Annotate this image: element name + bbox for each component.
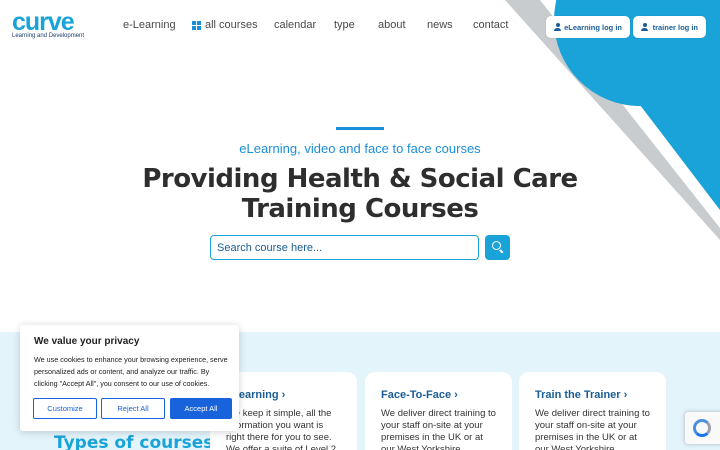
nav-all-courses-label: all courses	[205, 19, 258, 31]
logo-tagline: Learning and Development	[12, 33, 85, 39]
hero-accent-rule	[336, 127, 384, 130]
elearning-login-label: eLearning log in	[564, 22, 622, 32]
logo[interactable]: curve Learning and Development	[12, 8, 85, 40]
nav-news[interactable]: news	[427, 19, 453, 31]
course-card-face-to-face[interactable]: Face-To-Face › We deliver direct trainin…	[365, 372, 512, 450]
elearning-login-button[interactable]: eLearning log in	[546, 16, 630, 38]
trainer-login-button[interactable]: trainer log in	[633, 16, 706, 38]
nav-all-courses[interactable]: all courses	[192, 19, 258, 31]
card-title[interactable]: Train the Trainer ›	[535, 389, 627, 401]
nav-calendar[interactable]: calendar	[274, 19, 316, 31]
course-card-train-the-trainer[interactable]: Train the Trainer › We deliver direct tr…	[519, 372, 666, 450]
site-header: curve Learning and Development e-Learnin…	[0, 0, 720, 55]
reject-all-button[interactable]: Reject All	[101, 398, 165, 419]
accept-all-button[interactable]: Accept All	[170, 398, 232, 419]
course-search	[210, 235, 510, 260]
trainer-login-label: trainer log in	[652, 22, 698, 32]
cookie-text: We use cookies to enhance your browsing …	[34, 355, 228, 388]
recaptcha-icon	[693, 419, 711, 437]
card-title[interactable]: Face-To-Face ›	[381, 389, 458, 401]
cookie-consent-banner: We value your privacy We use cookies to …	[20, 325, 239, 431]
card-text: We deliver direct training to your staff…	[381, 408, 496, 450]
search-input[interactable]	[210, 235, 479, 260]
hero-subtitle: eLearning, video and face to face course…	[239, 141, 481, 156]
user-icon	[554, 23, 562, 31]
customize-button[interactable]: Customize	[33, 398, 97, 419]
grid-icon	[192, 20, 201, 30]
nav-contact[interactable]: contact	[473, 19, 508, 31]
hero-title: Providing Health & Social Care Training …	[0, 164, 720, 224]
recaptcha-badge[interactable]	[685, 412, 720, 444]
card-text: We keep it simple, all the information y…	[226, 408, 337, 450]
nav-elearning[interactable]: e-Learning	[123, 19, 176, 31]
card-text: We deliver direct training to your staff…	[535, 408, 650, 450]
hero-title-line1: Providing Health & Social Care	[142, 164, 578, 194]
cookie-title: We value your privacy	[34, 336, 140, 347]
search-icon	[492, 241, 501, 250]
search-button[interactable]	[485, 235, 510, 260]
nav-type[interactable]: type	[334, 19, 355, 31]
nav-about[interactable]: about	[378, 19, 406, 31]
user-icon	[641, 23, 648, 31]
hero-title-line2: Training Courses	[241, 194, 479, 224]
